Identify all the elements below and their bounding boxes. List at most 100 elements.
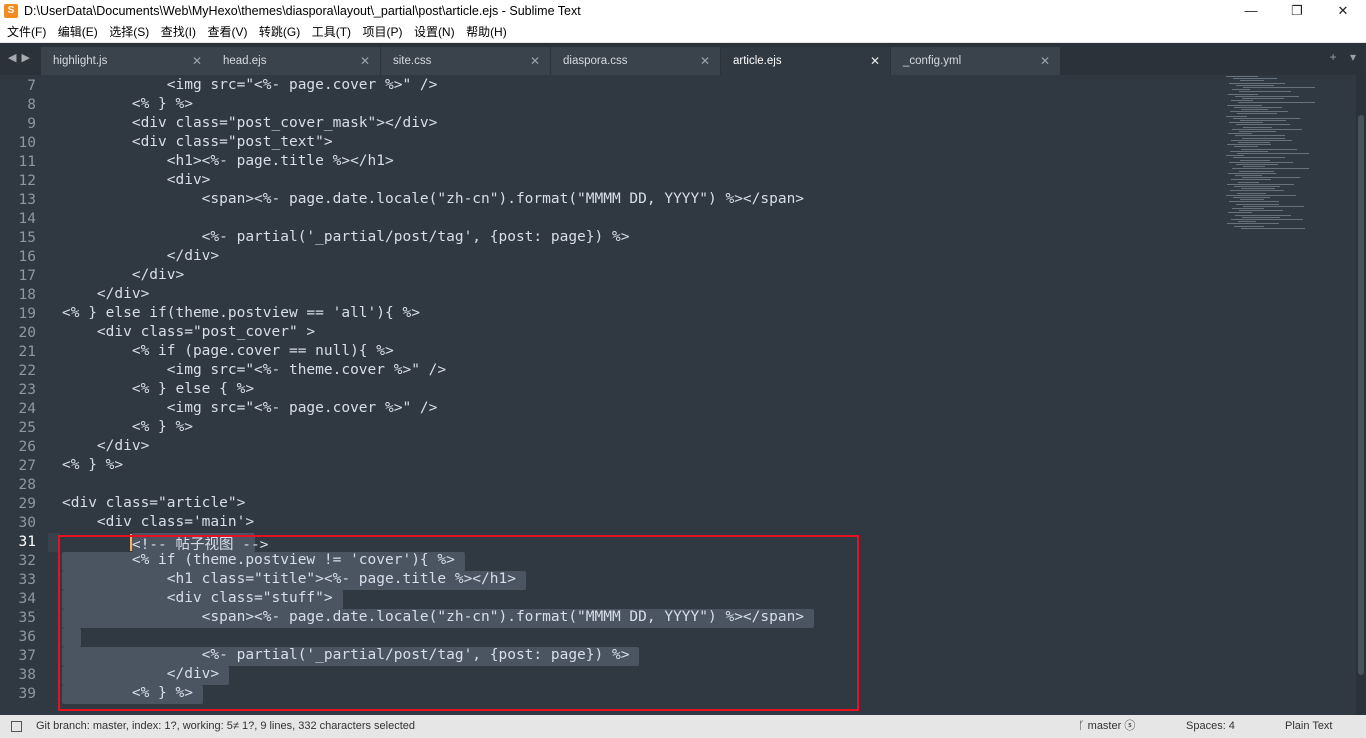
line-number: 22 <box>18 363 36 379</box>
code-line: <div class="article"> <box>62 495 246 511</box>
minimap-line <box>1234 186 1281 187</box>
minimap-line <box>1236 84 1275 86</box>
minimap-line <box>1232 128 1303 130</box>
menu-file[interactable]: 文件(F) <box>0 22 46 42</box>
tab-close-icon[interactable]: ✕ <box>192 47 202 75</box>
tab-close-icon[interactable]: ✕ <box>360 47 370 75</box>
line-number: 15 <box>18 230 36 246</box>
minimap-line <box>1238 181 1259 183</box>
code-line: <%- partial('_partial/post/tag', {post: … <box>62 229 630 245</box>
tab-list-chevron-icon[interactable]: ▾ <box>1350 50 1356 64</box>
minimap-line <box>1231 219 1303 220</box>
minimap-line <box>1226 115 1247 117</box>
indentation-setting[interactable]: Spaces: 4 <box>1186 715 1235 738</box>
line-number: 36 <box>18 629 36 645</box>
code-line: <% } else { %> <box>62 381 255 397</box>
minimap-line <box>1232 208 1264 209</box>
line-number: 14 <box>18 211 36 227</box>
minimap-line <box>1239 91 1291 93</box>
vertical-scrollbar[interactable] <box>1356 75 1366 715</box>
sublime-app-icon: S <box>4 4 18 18</box>
line-number: 28 <box>18 477 36 493</box>
code-line: <span><%- page.date.locale("zh-cn").form… <box>62 191 805 207</box>
menu-project[interactable]: 项目(P) <box>355 22 402 42</box>
maximize-button[interactable]: ❐ <box>1274 0 1320 22</box>
minimap-line <box>1235 95 1299 97</box>
code-line: <% } %> <box>62 419 193 435</box>
minimap-line <box>1242 216 1281 218</box>
line-number: 17 <box>18 268 36 284</box>
minimap-line <box>1238 221 1256 223</box>
code-line: <% } %> <box>62 96 193 112</box>
minimap-line <box>1242 177 1300 179</box>
panel-toggle-icon[interactable] <box>11 721 22 732</box>
menu-find[interactable]: 查找(I) <box>154 22 196 42</box>
tab-site-css[interactable]: site.css ✕ <box>381 47 551 75</box>
menu-help[interactable]: 帮助(H) <box>459 22 507 42</box>
tab-label: _config.yml <box>903 55 962 67</box>
tab-highlight-js[interactable]: highlight.js ✕ <box>41 47 213 75</box>
title-bar: S D:\UserData\Documents\Web\MyHexo\theme… <box>0 0 1366 22</box>
menu-preferences[interactable]: 设置(N) <box>407 22 455 42</box>
code-line: <% } else if(theme.postview == 'all'){ %… <box>62 305 420 321</box>
tab-bar: ◀ ▶ highlight.js ✕ head.ejs ✕ site.css ✕… <box>0 43 1366 75</box>
tab-diaspora-css[interactable]: diaspora.css ✕ <box>551 47 721 75</box>
status-bar: Git branch: master, index: 1?, working: … <box>0 715 1366 738</box>
code-line: <div class="post_cover_mask"></div> <box>62 115 438 131</box>
menu-selection[interactable]: 选择(S) <box>102 22 149 42</box>
tab-close-icon[interactable]: ✕ <box>1040 47 1050 75</box>
new-tab-icon[interactable]: + <box>1330 50 1337 64</box>
minimap-line <box>1236 124 1291 126</box>
code-line: <div class="post_text"> <box>62 134 333 150</box>
code-line: <% if (page.cover == null){ %> <box>62 343 394 359</box>
minimap-line <box>1229 82 1285 84</box>
minimap-line <box>1235 175 1263 176</box>
tab-close-icon[interactable]: ✕ <box>870 47 880 75</box>
minimap-line <box>1242 98 1284 99</box>
code-line: <% } %> <box>62 457 124 473</box>
line-number: 30 <box>18 515 36 531</box>
menu-edit[interactable]: 编辑(E) <box>51 22 98 42</box>
minimap-line <box>1226 194 1297 196</box>
minimap-line <box>1229 161 1293 163</box>
line-number: 31 <box>18 534 36 550</box>
git-branch-indicator[interactable]: ᚴ master ⓢ <box>1078 715 1135 738</box>
minimap-line <box>1233 157 1285 159</box>
line-number: 16 <box>18 249 36 265</box>
syntax-selector[interactable]: Plain Text <box>1285 715 1333 738</box>
minimap-line <box>1232 89 1250 91</box>
code-line: <div class='main'> <box>62 514 255 530</box>
menu-view[interactable]: 查看(V) <box>200 22 247 42</box>
minimap-line <box>1233 197 1270 198</box>
tab-head-ejs[interactable]: head.ejs ✕ <box>211 47 381 75</box>
line-number-gutter: 7 8 9 10 11 12 13 14 15 16 17 18 19 20 21 22 23 24 25 26 27 2… <box>0 75 48 715</box>
minimap-line <box>1227 144 1271 146</box>
line-number: 9 <box>27 116 36 132</box>
minimap[interactable] <box>1226 76 1336 236</box>
minimap-line <box>1243 166 1266 168</box>
line-number: 34 <box>18 591 36 607</box>
line-number: 10 <box>18 135 36 151</box>
code-line: <h1><%- page.title %></h1> <box>62 153 394 169</box>
tab-nav-arrows-icon[interactable]: ◀ ▶ <box>8 51 31 64</box>
menu-tools[interactable]: 工具(T) <box>305 22 351 42</box>
close-window-button[interactable]: ✕ <box>1320 0 1366 22</box>
scrollbar-thumb[interactable] <box>1358 115 1364 675</box>
tab-label: highlight.js <box>53 55 108 67</box>
code-line: </div> <box>62 248 220 264</box>
tab-label: site.css <box>393 55 432 67</box>
tab-close-icon[interactable]: ✕ <box>700 47 710 75</box>
minimap-line <box>1236 203 1280 205</box>
minimize-button[interactable]: — <box>1228 0 1274 22</box>
minimap-line <box>1228 212 1252 214</box>
tab-article-ejs[interactable]: article.ejs ✕ <box>721 47 891 75</box>
minimap-line <box>1240 120 1287 121</box>
minimap-line <box>1239 131 1276 132</box>
minimap-line <box>1230 150 1269 152</box>
minimap-line <box>1232 168 1309 170</box>
tab-config-yml[interactable]: _config.yml ✕ <box>891 47 1061 75</box>
menu-goto[interactable]: 转跳(G) <box>252 22 300 42</box>
tab-label: diaspora.css <box>563 55 628 67</box>
line-number: 18 <box>18 287 36 303</box>
tab-close-icon[interactable]: ✕ <box>530 47 540 75</box>
